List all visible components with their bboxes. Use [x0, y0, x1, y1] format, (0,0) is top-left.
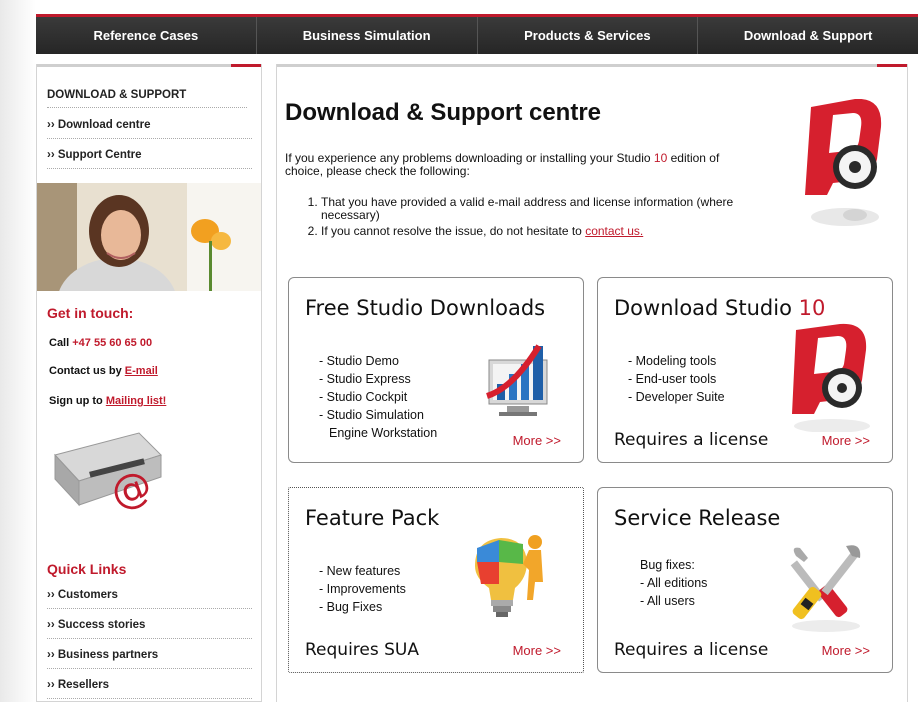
- quick-link-business-partners[interactable]: ›› Business partners: [47, 649, 252, 669]
- call-label: Call: [49, 337, 70, 349]
- checklist-item: That you have provided a valid e-mail ad…: [321, 196, 791, 222]
- signup-label: Sign up to: [49, 395, 103, 407]
- left-gutter: [0, 0, 36, 702]
- list-item: - Studio Cockpit: [319, 390, 408, 404]
- license-requirement: Requires a license: [614, 430, 769, 450]
- download-studio-card[interactable]: Download Studio 10 - Modeling tools - En…: [597, 277, 893, 463]
- contact-label: Contact us by: [49, 365, 122, 377]
- sidebar-item-download-centre[interactable]: ›› Download centre: [47, 119, 252, 139]
- list-item: - Studio Express: [319, 372, 411, 386]
- more-link[interactable]: More >>: [513, 433, 561, 448]
- tab-business-simulation[interactable]: Business Simulation: [256, 17, 478, 54]
- feature-pack-card[interactable]: Feature Pack - New features - Improvemen…: [288, 487, 584, 673]
- list-item: - All editions: [640, 576, 708, 590]
- more-link[interactable]: More >>: [822, 643, 870, 658]
- card-title-version: 10: [798, 296, 826, 320]
- phone-number: +47 55 60 65 00: [72, 337, 153, 349]
- puzzle-lightbulb-icon: [465, 526, 555, 631]
- intro-text: If you experience any problems downloadi…: [285, 152, 755, 178]
- list-item: - Bug Fixes: [319, 600, 383, 614]
- tab-reference-cases[interactable]: Reference Cases: [36, 17, 257, 54]
- free-downloads-card[interactable]: Free Studio Downloads - Studio Demo - St…: [288, 277, 584, 463]
- signup-line: Sign up to Mailing list!: [49, 395, 166, 407]
- sidebar-accent: [231, 64, 261, 67]
- service-release-card[interactable]: Service Release Bug fixes: - All edition…: [597, 487, 893, 673]
- quick-link-resellers[interactable]: ›› Resellers: [47, 679, 252, 699]
- email-link[interactable]: E-mail: [125, 365, 158, 377]
- studio-logo-icon: [782, 322, 878, 437]
- card-title: Service Release: [614, 506, 781, 530]
- list-item: Engine Workstation: [329, 426, 438, 440]
- list-item: - Improvements: [319, 582, 406, 596]
- contact-line: Contact us by E-mail: [49, 365, 158, 377]
- checklist-item-text: That you have provided a valid e-mail ad…: [321, 195, 734, 222]
- call-line: Call +47 55 60 65 00: [49, 337, 152, 349]
- list-item: - New features: [319, 564, 401, 578]
- checklist-item: If you cannot resolve the issue, do not …: [321, 225, 791, 238]
- bar-chart-monitor-icon: [483, 326, 563, 427]
- mailing-list-link[interactable]: Mailing list!: [106, 395, 167, 407]
- checklist: That you have provided a valid e-mail ad…: [287, 196, 791, 241]
- sidebar: DOWNLOAD & SUPPORT ›› Download centre ››…: [36, 64, 262, 702]
- sidebar-item-support-centre[interactable]: ›› Support Centre: [47, 149, 252, 169]
- sua-requirement: Requires SUA: [305, 640, 419, 660]
- license-requirement: Requires a license: [614, 640, 769, 660]
- sidebar-top-border: [37, 64, 233, 67]
- list-item: - Studio Demo: [319, 354, 399, 368]
- quick-link-success-stories[interactable]: ›› Success stories: [47, 619, 252, 639]
- support-agent-photo: [37, 183, 261, 291]
- sidebar-heading: DOWNLOAD & SUPPORT: [47, 89, 247, 108]
- card-title: Feature Pack: [305, 506, 440, 530]
- tools-icon: [786, 544, 866, 639]
- page-title: Download & Support centre: [285, 99, 602, 126]
- list-item: - End-user tools: [628, 372, 717, 386]
- contact-us-link[interactable]: contact us.: [585, 224, 643, 238]
- quick-link-customers[interactable]: ›› Customers: [47, 589, 252, 609]
- tab-products-services[interactable]: Products & Services: [477, 17, 699, 54]
- card-title: Download Studio 10: [614, 296, 825, 320]
- list-item: - Developer Suite: [628, 390, 725, 404]
- tab-download-support[interactable]: Download & Support: [698, 17, 918, 54]
- list-item: - Studio Simulation: [319, 408, 424, 422]
- card-list: - Modeling tools - End-user tools - Deve…: [628, 352, 725, 406]
- intro-version: 10: [653, 151, 668, 165]
- list-item: - All users: [640, 594, 695, 608]
- quick-links-heading: Quick Links: [47, 561, 127, 577]
- card-title-text: Download Studio: [614, 296, 792, 320]
- more-link[interactable]: More >>: [513, 643, 561, 658]
- list-item: - Modeling tools: [628, 354, 717, 368]
- get-in-touch-heading: Get in touch:: [47, 305, 134, 321]
- studio-logo-icon: [793, 98, 891, 229]
- intro-before: If you experience any problems downloadi…: [285, 151, 651, 165]
- main-accent: [877, 64, 907, 67]
- card-list: Bug fixes: - All editions - All users: [640, 556, 707, 610]
- mailbox-email-icon: @: [49, 425, 169, 518]
- checklist-item-text: If you cannot resolve the issue, do not …: [321, 224, 582, 238]
- list-item: Bug fixes:: [640, 558, 695, 572]
- card-list: - Studio Demo - Studio Express - Studio …: [319, 352, 437, 442]
- more-link[interactable]: More >>: [822, 433, 870, 448]
- card-title: Free Studio Downloads: [305, 296, 546, 320]
- main-top-border: [277, 64, 877, 67]
- top-navigation: Reference Cases Business Simulation Prod…: [36, 14, 918, 54]
- card-list: - New features - Improvements - Bug Fixe…: [319, 562, 406, 616]
